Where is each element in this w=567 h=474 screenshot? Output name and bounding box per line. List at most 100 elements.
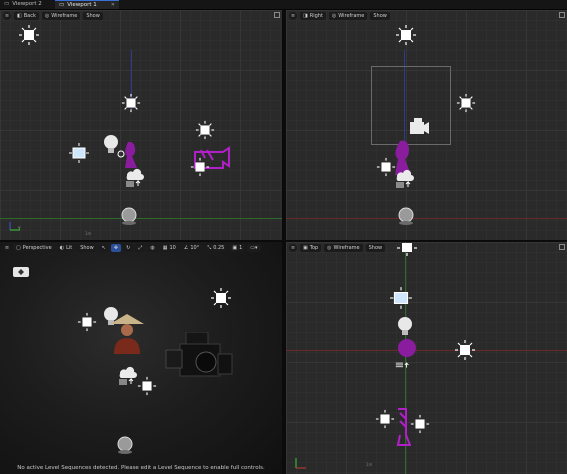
top-view-icon: ▣: [303, 244, 308, 251]
grid-snap-button[interactable]: ▦ 10: [159, 243, 179, 252]
viewport-top[interactable]: ≡ ▣ Top ◎ Wireframe Show 1m: [286, 242, 567, 474]
point-light-icon: [137, 376, 157, 396]
view-mode-button[interactable]: ▢ Perspective: [13, 243, 55, 252]
point-light-icon: [195, 120, 215, 140]
menu-icon[interactable]: ≡: [289, 11, 297, 20]
ground-axis-line: [0, 218, 282, 219]
perspective-icon: ▢: [16, 244, 21, 251]
scale-label: 1m: [85, 231, 92, 236]
rotation-snap-button[interactable]: ∠ 10°: [180, 243, 203, 252]
maximize-icon[interactable]: [559, 244, 565, 250]
view-label: Back: [23, 12, 36, 19]
camera-speed-icon: ▣: [232, 244, 238, 251]
character-mesh-icon: [125, 141, 137, 168]
scale-snap-button[interactable]: ⤡ 0.25: [204, 243, 228, 252]
mode-label: Wireframe: [338, 12, 365, 19]
point-light-icon: [375, 409, 395, 429]
angle-icon: ∠: [183, 244, 189, 251]
screen-layout-button[interactable]: ▭▾: [247, 243, 261, 252]
wireframe-icon: ◎: [327, 244, 332, 251]
menu-icon[interactable]: ≡: [289, 243, 297, 252]
scale-tool-button[interactable]: ⤢: [135, 243, 146, 252]
show-label: Show: [368, 244, 383, 251]
show-button[interactable]: Show: [77, 243, 97, 252]
translate-icon: ✥: [113, 244, 119, 251]
view-label: Top: [309, 244, 319, 251]
maximize-icon[interactable]: [274, 12, 280, 18]
rect-light-icon: [69, 143, 89, 163]
grid-icon: ▦: [162, 244, 168, 251]
mode-label: Wireframe: [333, 244, 360, 251]
view-mode-button[interactable]: ◨ Right: [300, 11, 326, 20]
render-mode-button[interactable]: ◐ Lit: [56, 243, 76, 252]
sky-atmosphere-icon: [395, 362, 409, 368]
tab-label: Viewport 2: [12, 1, 42, 7]
show-button[interactable]: Show: [365, 243, 386, 252]
scale-label: 1m: [366, 462, 373, 467]
reflection-capture-icon: [117, 436, 133, 454]
point-light-icon: [190, 157, 210, 177]
viewport-toolbar: ≡ ▣ Top ◎ Wireframe Show: [286, 242, 567, 253]
globe-icon: ◍: [150, 244, 155, 251]
render-mode-button[interactable]: ◎ Wireframe: [324, 243, 363, 252]
character-farmer: [110, 314, 144, 354]
sky-atmosphere-icon: [396, 169, 414, 188]
camera-speed-button[interactable]: ▣ 1: [229, 243, 246, 252]
point-light-icon: [121, 93, 141, 113]
wireframe-icon: ◎: [44, 12, 50, 19]
viewport-toolbar: ≡ ◧ Back ◎ Wireframe Show: [0, 10, 282, 21]
point-light-icon: [19, 25, 39, 45]
show-label: Show: [86, 12, 100, 19]
scale-snap-label: 0.25: [213, 244, 225, 251]
viewport-right[interactable]: ≡ ◨ Right ◎ Wireframe Show: [286, 10, 567, 240]
rotate-icon: ↻: [126, 244, 131, 251]
select-tool-button[interactable]: ↖: [98, 243, 109, 252]
translate-tool-button[interactable]: ✥: [110, 243, 122, 252]
point-light-icon: [410, 414, 430, 434]
right-view-icon: ◨: [303, 12, 308, 19]
show-button[interactable]: Show: [83, 11, 103, 20]
rect-light-icon: [390, 287, 412, 309]
lightbulb-icon: [398, 317, 412, 335]
render-mode-button[interactable]: ◎ Wireframe: [328, 11, 368, 20]
point-light-icon: [396, 25, 416, 45]
point-light-icon: [456, 93, 476, 113]
tab-viewport-2[interactable]: ▭ Viewport 2: [0, 0, 46, 9]
tab-bar: ▭ Viewport 2 ▭ Viewport 1 ✕: [0, 0, 567, 10]
grid-size-label: 10: [169, 244, 176, 251]
cine-camera-mesh: [165, 332, 233, 377]
menu-icon[interactable]: ≡: [3, 11, 11, 20]
mode-label: Lit: [66, 244, 73, 251]
tab-label: Viewport 1: [67, 1, 97, 8]
scale-snap-icon: ⤡: [207, 244, 212, 251]
menu-icon[interactable]: ≡: [3, 243, 11, 252]
axis-label: Y: [18, 226, 21, 231]
viewport-icon: ▭: [59, 1, 65, 8]
viewport-back[interactable]: ≡ ◧ Back ◎ Wireframe Show Y 1m: [0, 10, 284, 240]
reflection-capture-icon: [121, 207, 137, 225]
back-view-icon: ◧: [17, 12, 22, 19]
rotate-tool-button[interactable]: ↻: [123, 243, 134, 252]
render-mode-button[interactable]: ◎ Wireframe: [41, 11, 81, 20]
show-button[interactable]: Show: [370, 11, 390, 20]
surface-snap-button[interactable]: ◍: [147, 243, 158, 252]
rotation-snap-label: 10°: [190, 244, 200, 251]
wireframe-icon: ◎: [331, 12, 337, 19]
view-mode-button[interactable]: ▣ Top: [300, 243, 322, 252]
layout-icon: ▭▾: [250, 244, 258, 251]
camera-speed-label: 1: [239, 244, 243, 251]
select-arrow-icon: ↖: [101, 244, 106, 251]
game-view-icon[interactable]: [12, 266, 30, 278]
viewport-toolbar: ≡ ◨ Right ◎ Wireframe Show: [286, 10, 567, 21]
close-tab-icon[interactable]: ✕: [111, 1, 115, 10]
scale-icon: ⤢: [138, 244, 143, 251]
view-label: Perspective: [22, 244, 52, 251]
tab-viewport-1[interactable]: ▭ Viewport 1 ✕: [55, 0, 119, 9]
point-light-icon: [455, 340, 475, 360]
maximize-icon[interactable]: [559, 12, 565, 18]
view-mode-button[interactable]: ◧ Back: [14, 11, 39, 20]
viewport-perspective[interactable]: ≡ ▢ Perspective ◐ Lit Show ↖ ✥ ↻ ⤢ ◍ ▦ 10 ∠…: [0, 242, 284, 474]
mode-label: Wireframe: [51, 12, 78, 19]
selected-camera-wireframe-icon: [396, 408, 411, 446]
axis-gizmo-icon: [295, 458, 306, 469]
